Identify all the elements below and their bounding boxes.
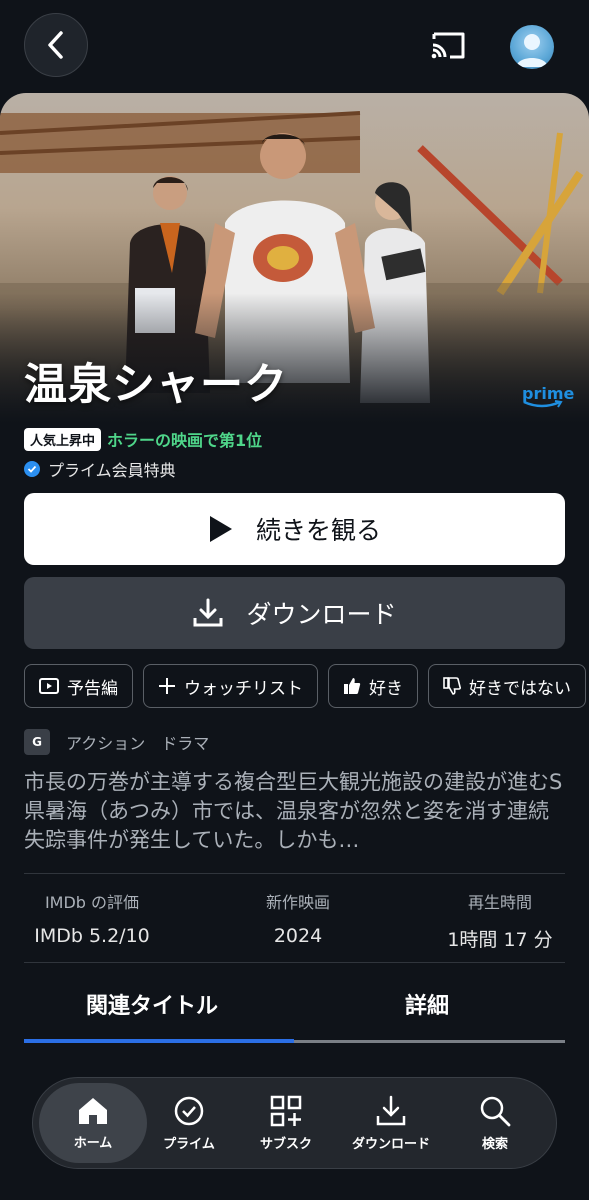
trending-badge: 人気上昇中 xyxy=(24,427,102,451)
prime-logo: prime xyxy=(522,384,574,408)
nav-downloads-label: ダウンロード xyxy=(351,1136,430,1152)
nav-home-label: ホーム xyxy=(73,1135,113,1151)
cast-icon xyxy=(431,32,465,59)
tab-details[interactable]: 詳細 xyxy=(405,988,449,1020)
nav-prime-label: プライム xyxy=(163,1136,215,1152)
download-icon xyxy=(376,1095,406,1125)
dislike-button[interactable]: 好きではない xyxy=(428,664,586,708)
nav-prime[interactable]: プライム xyxy=(139,1078,239,1168)
thumbs-down-icon xyxy=(443,677,461,695)
profile-avatar[interactable] xyxy=(510,25,554,69)
runtime-label: 再生時間 xyxy=(467,893,532,912)
back-button[interactable] xyxy=(24,13,88,77)
bottom-nav: ホーム プライム サブスク ダウンロード 検索 xyxy=(32,1077,557,1169)
detail-tabs: 関連タイトル 詳細 xyxy=(24,988,565,1044)
nav-search-label: 検索 xyxy=(481,1136,508,1152)
action-chips: 予告編 ウォッチリスト 好き 好きではない xyxy=(24,664,589,710)
genre-tag: ドラマ xyxy=(161,734,210,753)
imdb-label: IMDb の評価 xyxy=(44,893,140,912)
divider xyxy=(24,873,565,874)
top-bar xyxy=(0,0,589,92)
divider xyxy=(24,962,565,963)
dislike-label: 好きではない xyxy=(469,678,571,699)
search-icon xyxy=(480,1096,511,1126)
age-rating-badge: G xyxy=(24,729,50,755)
release-label: 新作映画 xyxy=(265,893,330,912)
trailer-icon xyxy=(39,678,59,694)
prime-smile-icon xyxy=(523,400,563,408)
subscriptions-icon xyxy=(270,1095,302,1126)
tab-active-indicator xyxy=(24,1039,294,1043)
check-circle-icon xyxy=(24,461,40,477)
runtime-value: 1時間 17 分 xyxy=(447,929,553,951)
nav-subscriptions-label: サブスク xyxy=(259,1136,312,1152)
watchlist-button[interactable]: ウォッチリスト xyxy=(143,664,318,708)
rank-text: ホラーの映画で第1位 xyxy=(107,431,263,450)
watchlist-label: ウォッチリスト xyxy=(184,678,303,699)
play-icon xyxy=(209,516,232,542)
like-button[interactable]: 好き xyxy=(328,664,418,708)
nav-downloads[interactable]: ダウンロード xyxy=(341,1078,441,1168)
imdb-value: IMDb 5.2/10 xyxy=(34,925,150,947)
nav-search[interactable]: 検索 xyxy=(445,1078,545,1168)
genre-row: G アクション ドラマ xyxy=(24,729,209,755)
release-info: 新作映画 2024 xyxy=(228,889,368,947)
nav-subscriptions[interactable]: サブスク xyxy=(236,1078,336,1168)
imdb-rating: IMDb の評価 IMDb 5.2/10 xyxy=(24,889,160,947)
thumbs-up-icon xyxy=(344,678,361,694)
prime-check-icon xyxy=(174,1096,204,1125)
cast-button[interactable] xyxy=(428,28,468,62)
membership-row: プライム会員特典 xyxy=(24,457,176,481)
continue-watching-button[interactable]: 続きを観る xyxy=(24,493,565,565)
tab-related[interactable]: 関連タイトル xyxy=(86,988,218,1020)
download-button[interactable]: ダウンロード xyxy=(24,577,565,649)
nav-home[interactable]: ホーム xyxy=(39,1083,147,1163)
trailer-label: 予告編 xyxy=(67,678,118,699)
like-label: 好き xyxy=(369,678,403,699)
membership-text: プライム会員特典 xyxy=(48,461,176,480)
plus-icon xyxy=(159,678,175,694)
genre-tag: アクション xyxy=(66,734,146,753)
title: 温泉シャーク xyxy=(24,360,288,410)
rank-row: 人気上昇中 ホラーの映画で第1位 xyxy=(24,427,262,451)
download-icon xyxy=(193,598,223,627)
trailer-button[interactable]: 予告編 xyxy=(24,664,133,708)
continue-watching-label: 続きを観る xyxy=(255,516,381,545)
user-icon xyxy=(516,34,548,67)
download-label: ダウンロード xyxy=(246,600,397,629)
chevron-left-icon xyxy=(48,31,63,59)
synopsis[interactable]: 市長の万巻が主導する複合型巨大観光施設の建設が進むS県暑海（あつみ）市では、温泉… xyxy=(24,768,565,858)
release-year: 2024 xyxy=(273,925,323,947)
runtime-info: 再生時間 1時間 17 分 xyxy=(436,889,564,952)
home-icon xyxy=(79,1097,107,1124)
